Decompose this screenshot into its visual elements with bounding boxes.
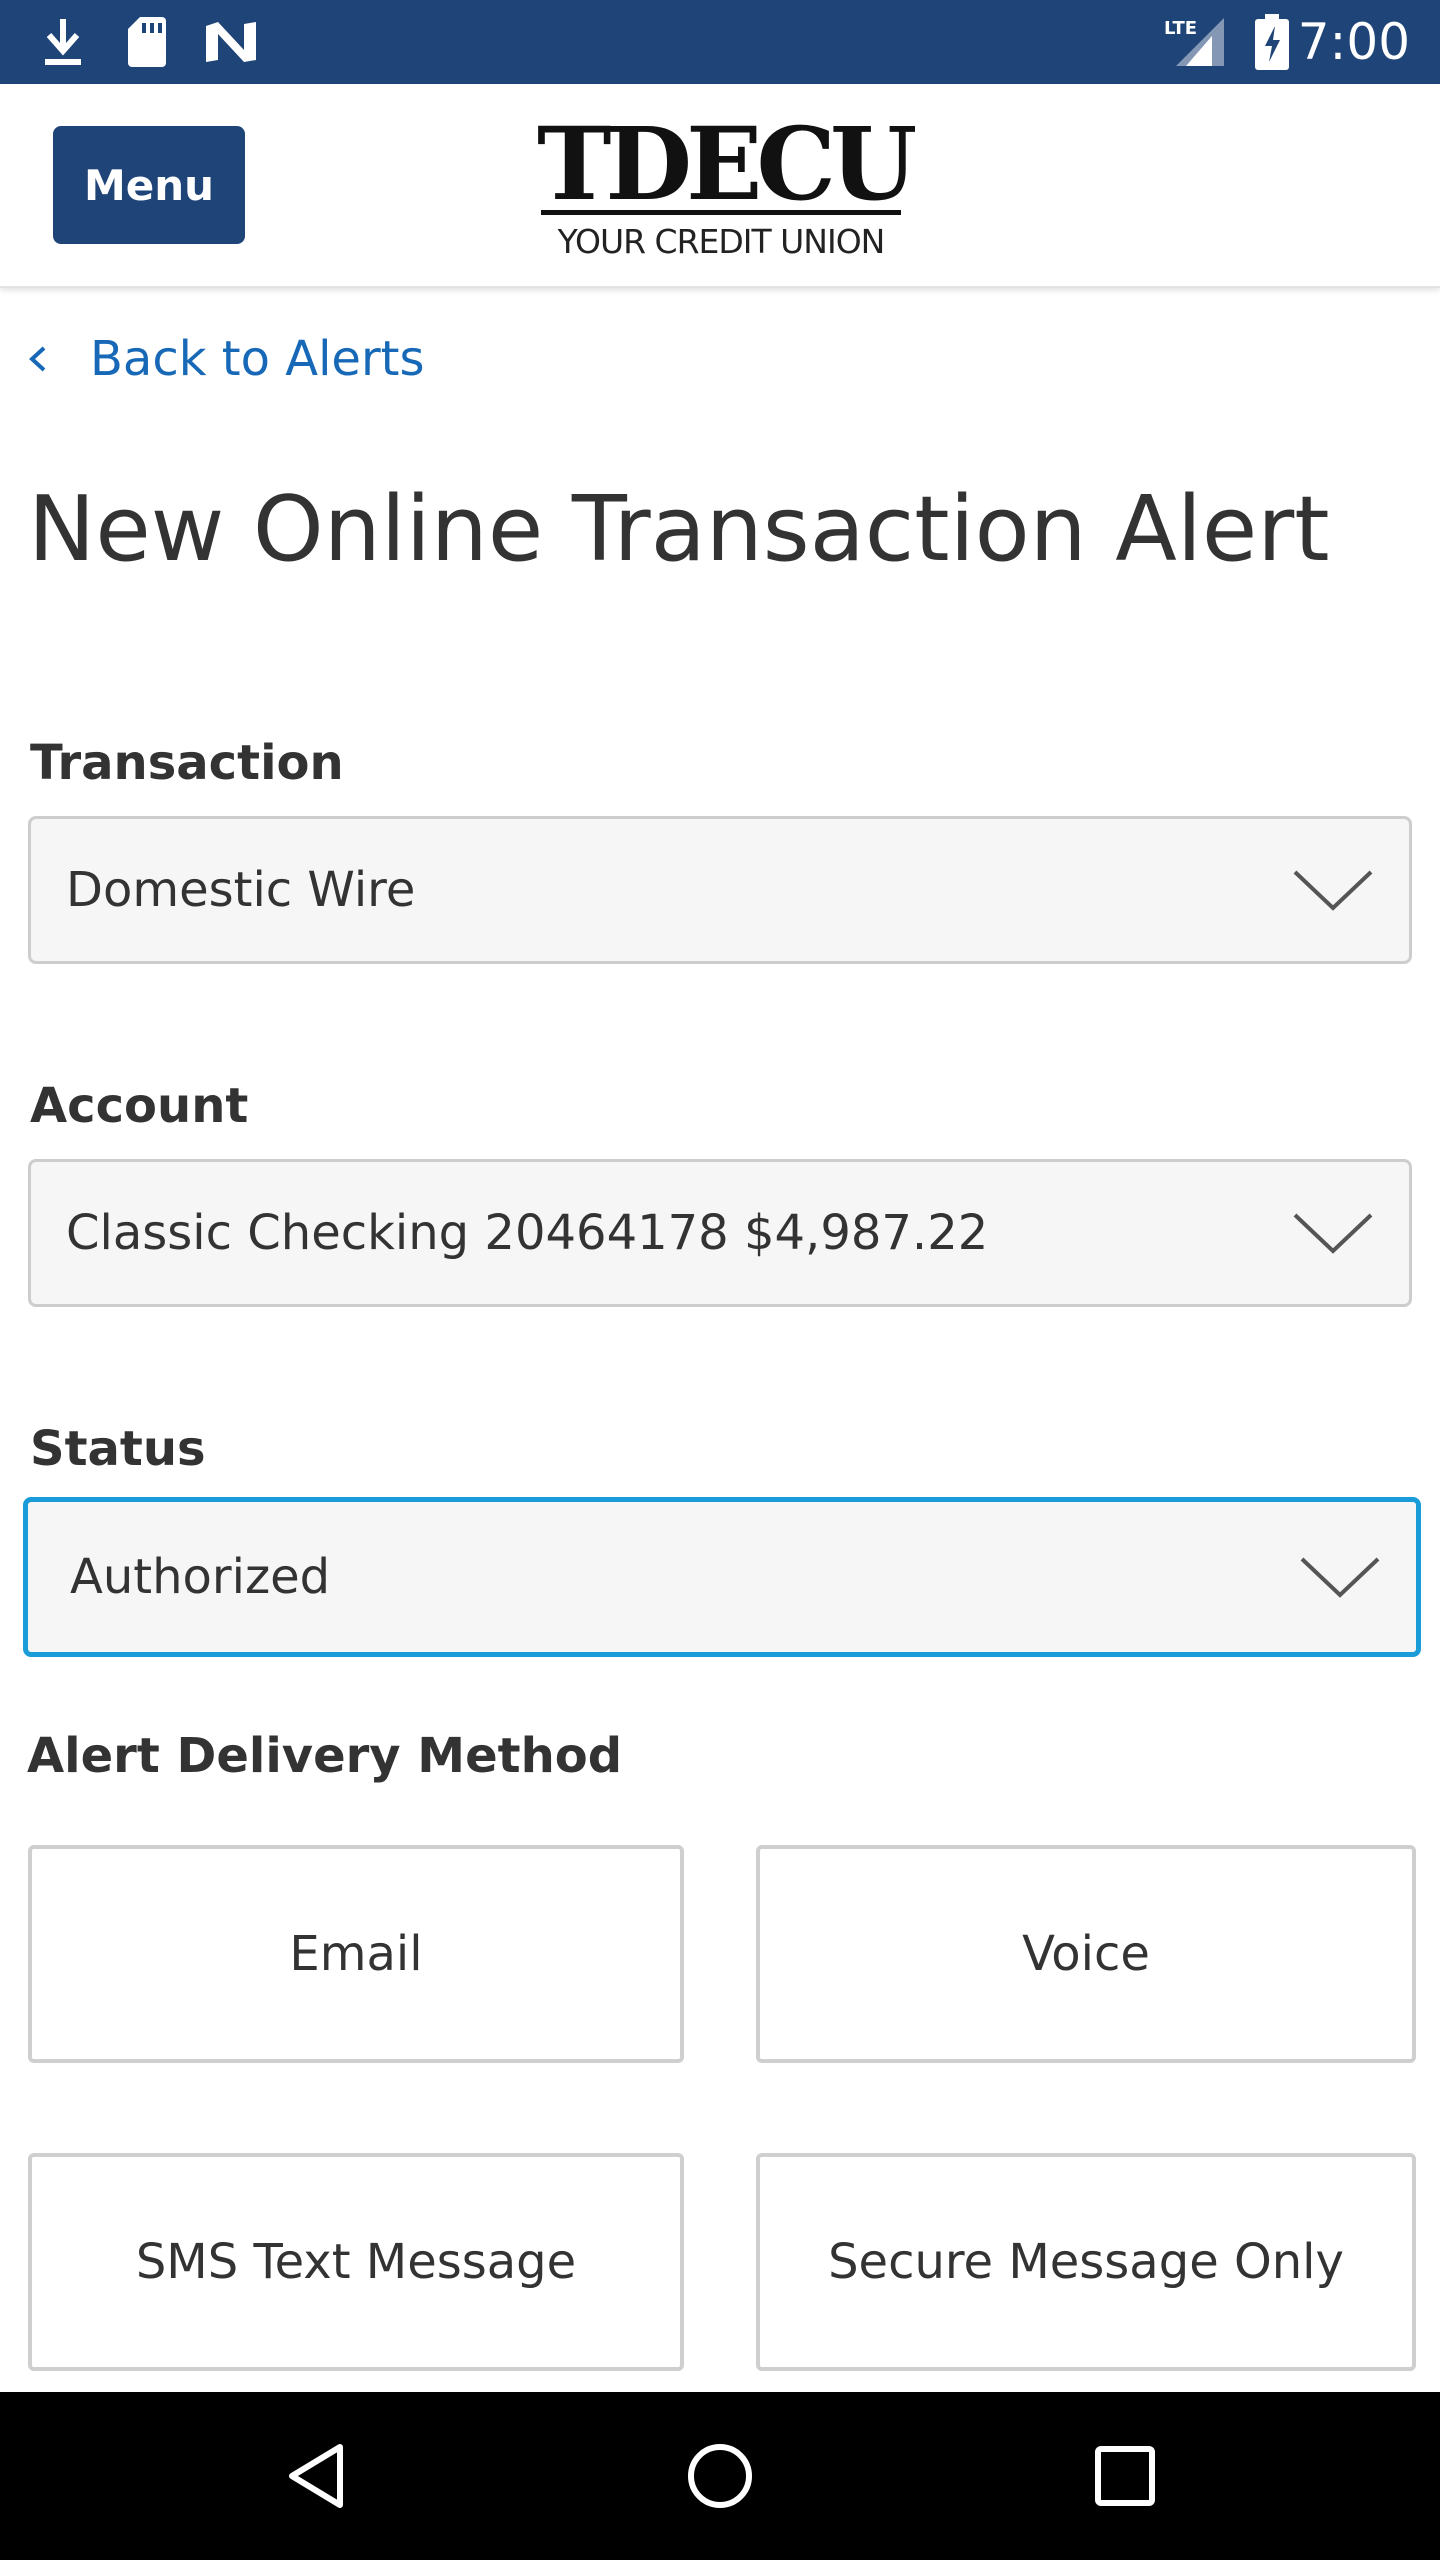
- logo-rule: [541, 210, 901, 215]
- system-nav-bar: [0, 2392, 1440, 2560]
- chevron-left-icon: [29, 346, 46, 372]
- status-select[interactable]: Authorized: [23, 1497, 1421, 1657]
- chevron-down-icon: [1300, 1557, 1380, 1598]
- transaction-value: Domestic Wire: [66, 862, 416, 918]
- account-value: Classic Checking 20464178 $4,987.22: [66, 1205, 989, 1261]
- logo-wordmark: TDECU: [537, 105, 917, 223]
- delivery-voice-button[interactable]: Voice: [756, 1845, 1416, 2063]
- sd-card-icon: [122, 0, 172, 84]
- recents-square-icon[interactable]: [1045, 2392, 1205, 2560]
- back-triangle-icon[interactable]: [236, 2392, 396, 2560]
- home-circle-icon[interactable]: [640, 2392, 800, 2560]
- account-select[interactable]: Classic Checking 20464178 $4,987.22: [28, 1159, 1412, 1307]
- transaction-label: Transaction: [30, 735, 344, 791]
- account-label: Account: [30, 1078, 249, 1134]
- n-notification-icon: [202, 0, 260, 84]
- status-label: Status: [30, 1421, 206, 1477]
- lte-signal-icon: LTE: [1162, 0, 1228, 84]
- delivery-secure-message-button[interactable]: Secure Message Only: [756, 2153, 1416, 2371]
- transaction-select[interactable]: Domestic Wire: [28, 816, 1412, 964]
- status-bar: LTE 7:00: [0, 0, 1440, 84]
- logo-subtitle: YOUR CREDIT UNION: [557, 222, 886, 261]
- delivery-email-button[interactable]: Email: [28, 1845, 684, 2063]
- svg-text:LTE: LTE: [1164, 18, 1197, 39]
- chevron-down-icon: [1293, 1213, 1373, 1254]
- download-icon: [38, 0, 88, 84]
- tdecu-logo[interactable]: TDECU YOUR CREDIT UNION: [537, 105, 917, 264]
- menu-button[interactable]: Menu: [53, 126, 245, 244]
- chevron-down-icon: [1293, 870, 1373, 911]
- back-to-alerts-link[interactable]: Back to Alerts: [22, 326, 425, 392]
- status-value: Authorized: [70, 1549, 331, 1605]
- delivery-sms-button[interactable]: SMS Text Message: [28, 2153, 684, 2371]
- app-header: Menu TDECU YOUR CREDIT UNION: [0, 84, 1440, 288]
- page-title: New Online Transaction Alert: [28, 477, 1330, 582]
- battery-charging-icon: [1252, 0, 1292, 84]
- back-link-label: Back to Alerts: [90, 331, 425, 387]
- status-time: 7:00: [1297, 13, 1410, 71]
- delivery-method-label: Alert Delivery Method: [27, 1728, 623, 1784]
